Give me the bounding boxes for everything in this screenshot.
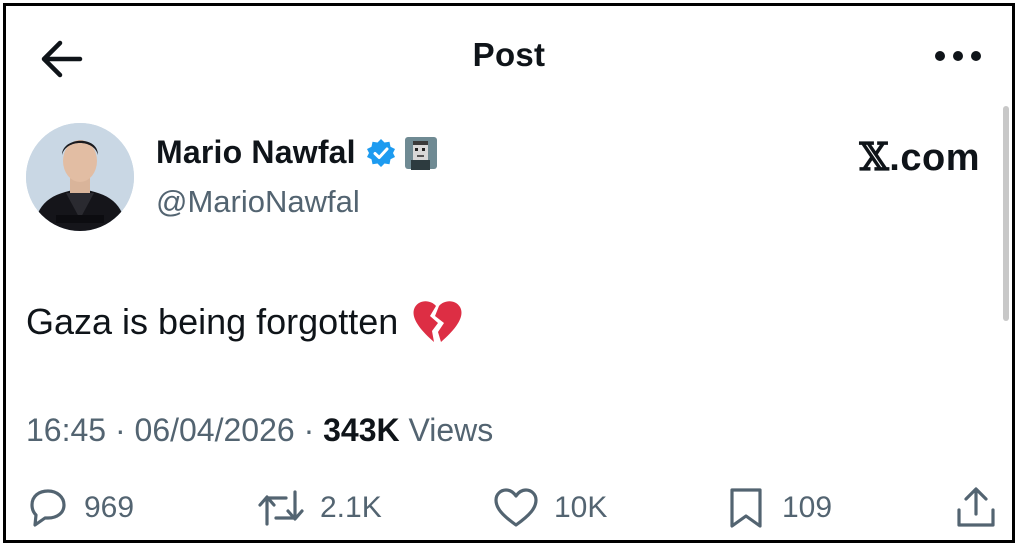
post-date[interactable]: 06/04/2026 — [135, 412, 295, 448]
bookmark-icon — [730, 488, 762, 528]
reply-count: 969 — [84, 491, 135, 524]
meta-separator: · — [294, 412, 324, 448]
repost-count: 2.1K — [320, 491, 382, 524]
share-icon — [957, 487, 995, 527]
reply-icon — [30, 489, 66, 527]
x-com-watermark: 𝕏.com — [859, 134, 980, 180]
bookmark-count: 109 — [782, 491, 833, 524]
more-options-button[interactable] — [932, 44, 984, 68]
x-logo-icon: 𝕏 — [859, 134, 890, 179]
author-name[interactable]: Mario Nawfal — [156, 134, 356, 171]
scrollbar[interactable] — [1003, 106, 1009, 321]
repost-button[interactable]: 2.1K — [256, 486, 382, 530]
watermark-text: .com — [889, 137, 980, 179]
views-label: Views — [399, 412, 494, 448]
bookmark-button[interactable]: 109 — [724, 486, 832, 530]
avatar[interactable] — [26, 123, 134, 231]
meta-separator: · — [106, 412, 135, 448]
reply-button[interactable]: 969 — [26, 486, 134, 530]
share-button[interactable] — [954, 486, 998, 530]
nft-avatar-icon — [404, 136, 437, 170]
top-bar: Post — [6, 6, 1012, 106]
views-count: 343K — [323, 412, 400, 448]
verified-badge-icon — [366, 138, 395, 167]
avatar-image — [26, 123, 134, 231]
repost-icon — [258, 490, 304, 526]
post-time[interactable]: 16:45 — [26, 412, 106, 448]
post-card: Post Mario Nawfal @MarioNawfal 𝕏.com Gaz… — [3, 3, 1015, 543]
post-text: Gaza is being forgotten — [26, 299, 462, 345]
like-icon — [494, 488, 538, 527]
author-handle[interactable]: @MarioNawfal — [156, 184, 360, 220]
post-metadata: 16:45 · 06/04/2026 · 343K Views — [26, 412, 493, 449]
post-body: Gaza is being forgotten — [26, 301, 399, 342]
like-count: 10K — [554, 491, 608, 524]
author-name-row: Mario Nawfal — [156, 134, 438, 171]
like-button[interactable]: 10K — [492, 486, 607, 530]
action-bar: 969 2.1K 10K 109 — [6, 486, 1012, 540]
broken-heart-emoji-icon — [413, 301, 462, 342]
more-icon — [935, 51, 981, 61]
page-title: Post — [472, 36, 546, 73]
